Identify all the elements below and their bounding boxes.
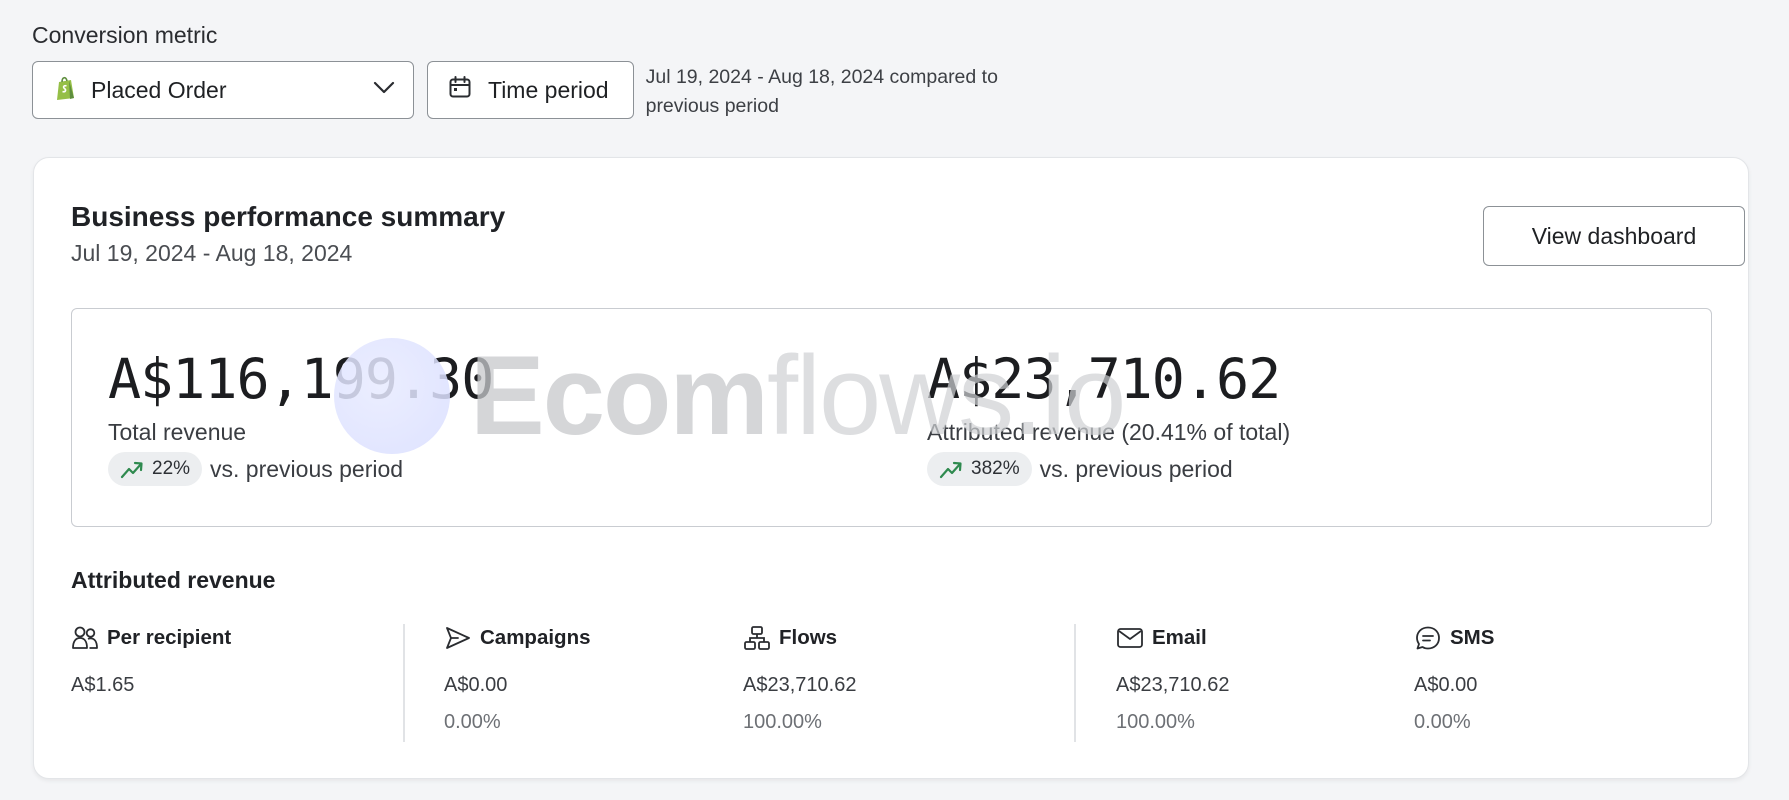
chat-icon <box>1416 626 1440 650</box>
attributed-revenue-title: Attributed revenue <box>71 567 276 593</box>
email-column: Email A$23,710.62 100.00% <box>1116 622 1229 734</box>
column-percent: 0.00% <box>444 711 501 733</box>
column-value: A$23,710.62 <box>1116 674 1230 696</box>
trend-up-icon <box>939 461 962 479</box>
flows-column: Flows A$23,710.62 100.00% <box>743 622 856 734</box>
column-title: Per recipient <box>107 626 232 649</box>
page: Conversion metric Placed Order Time peri… <box>0 0 1789 800</box>
total-revenue-label: Total revenue <box>108 419 247 445</box>
send-icon <box>446 627 470 649</box>
change-badge: 22% <box>108 452 203 486</box>
vs-previous-label: vs. previous period <box>1039 455 1233 482</box>
total-revenue-stat: A$116,199.30 Total revenue 22% vs. previ… <box>108 347 494 486</box>
mail-icon <box>1117 628 1143 648</box>
period-comparison-note: Jul 19, 2024 - Aug 18, 2024 compared to … <box>645 66 998 117</box>
selected-metric: Placed Order <box>91 76 227 103</box>
vs-previous-label: vs. previous period <box>210 455 404 482</box>
column-percent: 0.00% <box>1414 711 1471 733</box>
per-recipient-column: Per recipient A$1.65 <box>71 622 231 697</box>
revenue-summary-box: A$116,199.30 Total revenue 22% vs. previ… <box>71 308 1712 527</box>
change-percent: 22% <box>152 458 191 479</box>
column-value: A$1.65 <box>71 674 135 696</box>
column-divider <box>1074 624 1076 742</box>
people-icon <box>72 626 98 649</box>
attributed-revenue-label: Attributed revenue (20.41% of total) <box>927 419 1291 445</box>
business-performance-card: Business performance summary Jul 19, 202… <box>33 157 1749 779</box>
attributed-revenue-value: A$23,710.62 <box>927 347 1281 411</box>
column-value: A$0.00 <box>1414 674 1478 696</box>
sms-column: SMS A$0.00 0.00% <box>1414 622 1494 734</box>
column-value: A$23,710.62 <box>743 674 857 696</box>
chevron-down-icon <box>373 81 395 100</box>
column-value: A$0.00 <box>444 674 508 696</box>
campaigns-column: Campaigns A$0.00 0.00% <box>444 622 591 734</box>
card-title: Business performance summary <box>71 201 506 232</box>
shopify-icon <box>55 75 77 106</box>
time-period-label: Time period <box>488 76 609 103</box>
column-title: Campaigns <box>480 626 591 649</box>
time-period-button[interactable]: Time period <box>427 61 634 119</box>
column-percent: 100.00% <box>743 711 822 733</box>
change-percent: 382% <box>971 458 1020 479</box>
total-revenue-change: 22% vs. previous period <box>108 452 493 486</box>
top-controls: Placed Order Time period Jul 19, 2024 - … <box>32 61 1066 121</box>
total-revenue-value: A$116,199.30 <box>108 347 494 411</box>
change-badge: 382% <box>927 452 1032 486</box>
column-title: SMS <box>1450 626 1495 649</box>
view-dashboard-button[interactable]: View dashboard <box>1483 206 1745 266</box>
column-percent: 100.00% <box>1116 711 1195 733</box>
attributed-revenue-breakdown: Per recipient A$1.65 Campaigns A$0.00 0.… <box>71 622 1721 742</box>
column-title: Flows <box>779 626 838 649</box>
calendar-icon <box>448 75 472 105</box>
conversion-metric-label: Conversion metric <box>32 22 218 48</box>
column-divider <box>403 624 405 742</box>
flow-icon <box>744 626 770 650</box>
attributed-revenue-change: 382% vs. previous period <box>927 452 1290 486</box>
card-date-range: Jul 19, 2024 - Aug 18, 2024 <box>71 240 353 266</box>
trend-up-icon <box>120 461 143 479</box>
column-title: Email <box>1152 626 1207 649</box>
attributed-revenue-stat: A$23,710.62 Attributed revenue (20.41% o… <box>927 347 1290 486</box>
conversion-metric-select[interactable]: Placed Order <box>32 61 414 119</box>
